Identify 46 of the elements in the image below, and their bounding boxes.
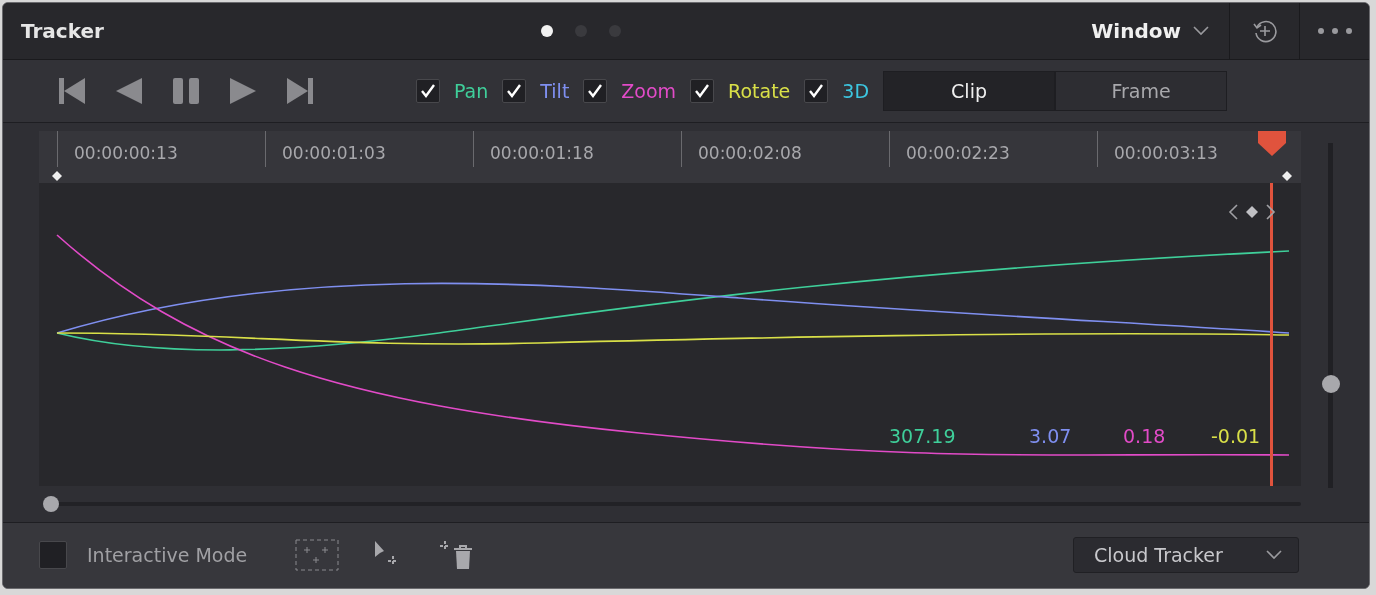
reverse-icon (114, 76, 143, 105)
keyframe-icon (52, 170, 62, 181)
timecode: 00:00:01:03 (265, 130, 473, 167)
mode-tab[interactable]: Frame (1055, 70, 1228, 111)
checkbox[interactable] (804, 78, 829, 103)
more-icon (1317, 28, 1352, 34)
checkmark-icon (506, 83, 523, 98)
page-dot[interactable] (541, 25, 553, 37)
checkbox[interactable] (583, 78, 608, 103)
curve-value: -0.01 (1211, 424, 1261, 447)
checkbox[interactable] (502, 78, 527, 103)
play-icon (228, 76, 257, 105)
timecode: 00:00:02:08 (681, 130, 889, 167)
skip-start-icon (57, 76, 86, 105)
checkmark-icon (808, 83, 825, 98)
slider-thumb[interactable] (1322, 375, 1340, 394)
channel-label: 3D (842, 79, 870, 102)
timecode: 00:00:00:13 (57, 130, 265, 167)
curve-value: 307.19 (889, 424, 956, 447)
skip-end-icon (285, 76, 314, 105)
checkbox[interactable] (416, 78, 440, 103)
timecode: 00:00:01:18 (473, 130, 681, 167)
window-dropdown[interactable]: Window (1071, 3, 1229, 59)
reset-icon (1251, 18, 1278, 44)
timecode: 00:00:02:23 (889, 130, 1097, 167)
checkmark-icon (694, 83, 711, 98)
checkbox[interactable] (39, 541, 67, 570)
checkmark-icon (420, 83, 436, 98)
channel-label: Pan (454, 79, 489, 102)
checkmark-icon (587, 83, 604, 98)
curve-value: 0.18 (1123, 424, 1166, 447)
interactive-mode-label: Interactive Mode (87, 544, 248, 567)
tracker-dropdown[interactable]: Cloud Tracker (1073, 537, 1299, 574)
curve-value: 3.07 (1029, 424, 1072, 447)
pause-icon (171, 76, 200, 105)
chevron-down-icon (1266, 550, 1282, 561)
checkbox[interactable] (690, 78, 715, 103)
dashed-box-icon (295, 539, 340, 572)
channel-label: Tilt (540, 79, 570, 102)
keyframe-icon (1282, 170, 1292, 181)
panel-title: Tracker (20, 19, 105, 43)
keyframe-nav-icon (1227, 202, 1277, 221)
channel-label: Rotate (728, 79, 791, 102)
chevron-down-icon (1193, 26, 1209, 36)
channel-label: Zoom (621, 79, 677, 102)
mode-tab[interactable]: Clip (883, 70, 1056, 111)
